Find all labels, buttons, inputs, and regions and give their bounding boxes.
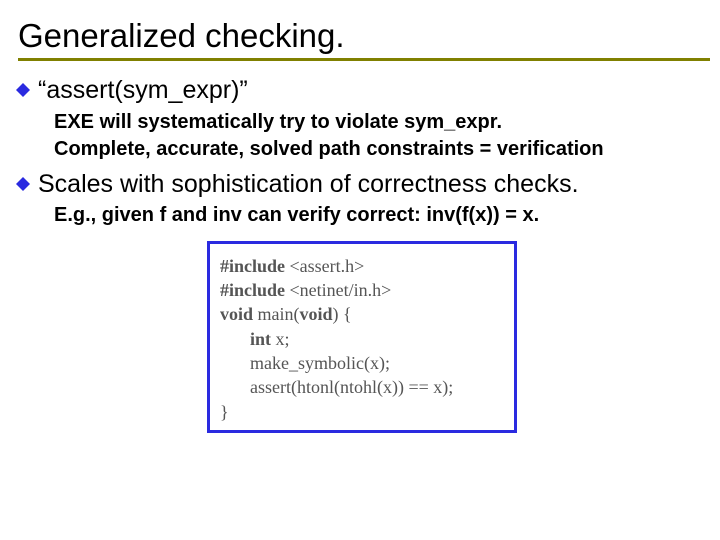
code-line: assert(htonl(ntohl(x)) == x); (220, 375, 504, 399)
title-block: Generalized checking. (14, 18, 710, 61)
code-line: void main(void) { (220, 302, 504, 326)
code-line: int x; (220, 327, 504, 351)
code-text: make_symbolic(x); (250, 353, 390, 373)
code-keyword: #include (220, 256, 285, 276)
code-keyword: void (220, 304, 253, 324)
code-keyword: int (250, 329, 271, 349)
diamond-bullet-icon (16, 83, 30, 97)
sub-bullet-block: EXE will systematically try to violate s… (54, 109, 710, 163)
sub-bullet-text: EXE will systematically try to violate s… (54, 109, 710, 136)
slide-title: Generalized checking. (18, 18, 710, 54)
code-line: #include <assert.h> (220, 254, 504, 278)
code-keyword: #include (220, 280, 285, 300)
diamond-bullet-icon (16, 177, 30, 191)
code-text: <netinet/in.h> (290, 280, 392, 300)
code-text: main( (253, 304, 300, 324)
code-box: #include <assert.h> #include <netinet/in… (207, 241, 517, 433)
bullet-text: “assert(sym_expr)” (38, 75, 248, 106)
bullet-row: “assert(sym_expr)” (16, 75, 710, 106)
slide: Generalized checking. “assert(sym_expr)”… (0, 0, 720, 540)
code-text: x; (271, 329, 290, 349)
sub-bullet-text: Complete, accurate, solved path constrai… (54, 136, 710, 163)
code-text: <assert.h> (290, 256, 365, 276)
sub-bullet-block: E.g., given f and inv can verify correct… (54, 202, 710, 229)
code-text: } (220, 402, 229, 422)
bullet-row: Scales with sophistication of correctnes… (16, 169, 710, 200)
sub-bullet-text: E.g., given f and inv can verify correct… (54, 202, 710, 229)
code-line: #include <netinet/in.h> (220, 278, 504, 302)
code-line: } (220, 400, 504, 424)
code-text: ) { (333, 304, 352, 324)
code-keyword: void (300, 304, 333, 324)
bullet-text: Scales with sophistication of correctnes… (38, 169, 579, 200)
code-text: assert(htonl(ntohl(x)) == x); (250, 377, 453, 397)
code-line: make_symbolic(x); (220, 351, 504, 375)
title-underline (18, 58, 710, 61)
